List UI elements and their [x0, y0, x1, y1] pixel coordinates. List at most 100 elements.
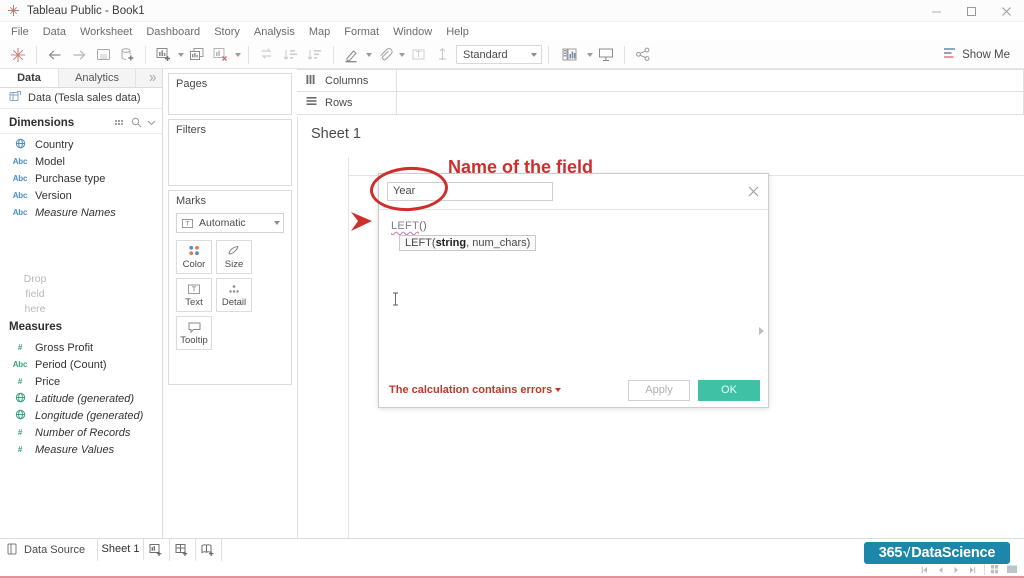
- marks-button-label: Tooltip: [180, 334, 208, 346]
- field-purchase-type[interactable]: Abc Purchase type: [0, 170, 162, 187]
- columns-shelf: Columns: [297, 69, 1024, 92]
- formula-function-name: LEFT: [391, 220, 420, 232]
- rows-shelf-dropzone[interactable]: [397, 92, 1024, 115]
- field-latitude[interactable]: Latitude (generated): [0, 390, 162, 407]
- window-title: Tableau Public - Book1: [27, 4, 145, 17]
- sheet-tab-sheet1[interactable]: Sheet 1: [98, 539, 144, 561]
- marks-text-button[interactable]: T Text: [176, 278, 212, 312]
- field-number-of-records[interactable]: # Number of Records: [0, 424, 162, 441]
- share-icon[interactable]: [631, 44, 655, 66]
- calc-formula-editor[interactable]: LEFT() LEFT(string, num_chars): [379, 210, 768, 372]
- field-label: Model: [35, 155, 65, 168]
- field-measure-names[interactable]: Abc Measure Names: [0, 204, 162, 221]
- annotation-arrow-icon: [351, 212, 372, 231]
- pages-card: Pages: [168, 73, 292, 115]
- marks-color-button[interactable]: Color: [176, 240, 212, 274]
- new-story-tab-icon[interactable]: [196, 539, 222, 561]
- new-worksheet-icon[interactable]: [152, 44, 176, 66]
- chevron-down-icon[interactable]: [147, 118, 156, 127]
- menu-help[interactable]: Help: [439, 24, 476, 40]
- sort-descending-icon[interactable]: [303, 44, 327, 66]
- previous-icon[interactable]: [933, 563, 948, 576]
- field-label: Period (Count): [35, 358, 107, 371]
- field-label: Purchase type: [35, 172, 106, 185]
- last-icon[interactable]: [965, 563, 980, 576]
- menu-worksheet[interactable]: Worksheet: [73, 24, 139, 40]
- function-signature-tooltip: LEFT(string, num_chars): [399, 235, 537, 251]
- ok-button[interactable]: OK: [698, 379, 760, 401]
- menu-data[interactable]: Data: [36, 24, 73, 40]
- field-longitude[interactable]: Longitude (generated): [0, 407, 162, 424]
- swap-rows-columns-icon[interactable]: [255, 44, 279, 66]
- fit-select[interactable]: Standard: [456, 45, 542, 64]
- annotation-label: Name of the field: [448, 157, 594, 177]
- field-period-count[interactable]: Abc Period (Count): [0, 356, 162, 373]
- field-model[interactable]: Abc Model: [0, 153, 162, 170]
- highlight-icon[interactable]: [340, 44, 364, 66]
- first-icon[interactable]: [917, 563, 932, 576]
- field-measure-values[interactable]: # Measure Values: [0, 441, 162, 458]
- data-source-row[interactable]: Data (Tesla sales data): [0, 88, 162, 109]
- next-icon[interactable]: [949, 563, 964, 576]
- new-dashboard-tab-icon[interactable]: [170, 539, 196, 561]
- close-icon[interactable]: [744, 183, 762, 201]
- maximize-icon[interactable]: [954, 0, 989, 22]
- tab-data[interactable]: Data: [0, 69, 58, 87]
- duplicate-sheet-icon[interactable]: [185, 44, 209, 66]
- tableau-window: Tableau Public - Book1 File Data Workshe…: [0, 0, 1024, 578]
- field-label: Price: [35, 375, 61, 388]
- menu-story[interactable]: Story: [207, 24, 247, 40]
- new-worksheet-tab-icon[interactable]: [144, 539, 170, 561]
- data-source-tab[interactable]: Data Source: [0, 539, 98, 561]
- field-version[interactable]: Abc Version: [0, 187, 162, 204]
- menu-dashboard[interactable]: Dashboard: [139, 24, 207, 40]
- menu-format[interactable]: Format: [337, 24, 386, 40]
- columns-shelf-label-wrap: Columns: [297, 69, 397, 92]
- menu-file[interactable]: File: [4, 24, 36, 40]
- new-worksheet-dropdown-icon[interactable]: [176, 44, 185, 66]
- group-dropdown-icon[interactable]: [397, 44, 406, 66]
- rows-shelf-label: Rows: [325, 97, 353, 109]
- marks-card-title: Marks: [176, 195, 206, 207]
- show-hide-cards-icon[interactable]: [555, 44, 585, 66]
- grid-view-icon[interactable]: [115, 118, 126, 128]
- marks-size-button[interactable]: Size: [216, 240, 252, 274]
- show-filmstrip-icon[interactable]: [1005, 563, 1020, 576]
- abc-type-icon: Abc: [12, 360, 28, 369]
- marks-detail-button[interactable]: Detail: [216, 278, 252, 312]
- calculated-field-dialog: Year LEFT() LEFT(string, num_chars) The …: [378, 173, 769, 408]
- group-members-icon[interactable]: [373, 44, 397, 66]
- tableau-home-icon[interactable]: [6, 44, 30, 66]
- show-me-button[interactable]: Show Me: [943, 47, 1018, 63]
- menu-window[interactable]: Window: [386, 24, 439, 40]
- search-icon[interactable]: [131, 117, 142, 128]
- apply-button[interactable]: Apply: [628, 379, 690, 401]
- field-country[interactable]: Country: [0, 136, 162, 153]
- show-sheets-icon[interactable]: [989, 563, 1004, 576]
- highlight-dropdown-icon[interactable]: [364, 44, 373, 66]
- field-price[interactable]: # Price: [0, 373, 162, 390]
- menu-map[interactable]: Map: [302, 24, 337, 40]
- menu-analysis[interactable]: Analysis: [247, 24, 302, 40]
- field-gross-profit[interactable]: # Gross Profit: [0, 339, 162, 356]
- tab-analytics[interactable]: Analytics: [58, 69, 136, 87]
- new-data-source-icon[interactable]: [115, 44, 139, 66]
- show-mark-labels-icon[interactable]: T: [406, 44, 430, 66]
- show-hide-cards-dropdown-icon[interactable]: [585, 44, 594, 66]
- clear-sheet-icon[interactable]: [209, 44, 233, 66]
- minimize-icon[interactable]: [919, 0, 954, 22]
- sort-ascending-icon[interactable]: [279, 44, 303, 66]
- close-icon[interactable]: [989, 0, 1024, 22]
- redo-icon[interactable]: [67, 44, 91, 66]
- expand-functions-panel-icon[interactable]: [759, 327, 764, 335]
- columns-shelf-dropzone[interactable]: [397, 69, 1024, 92]
- fix-axes-icon[interactable]: [430, 44, 454, 66]
- save-icon[interactable]: [91, 44, 115, 66]
- undo-icon[interactable]: [43, 44, 67, 66]
- toolbar: T Standard Show Me: [0, 41, 1024, 69]
- calc-error-message[interactable]: The calculation contains errors: [389, 384, 562, 396]
- clear-sheet-dropdown-icon[interactable]: [233, 44, 242, 66]
- mark-type-select[interactable]: T Automatic: [176, 213, 284, 233]
- marks-tooltip-button[interactable]: Tooltip: [176, 316, 212, 350]
- presentation-mode-icon[interactable]: [594, 44, 618, 66]
